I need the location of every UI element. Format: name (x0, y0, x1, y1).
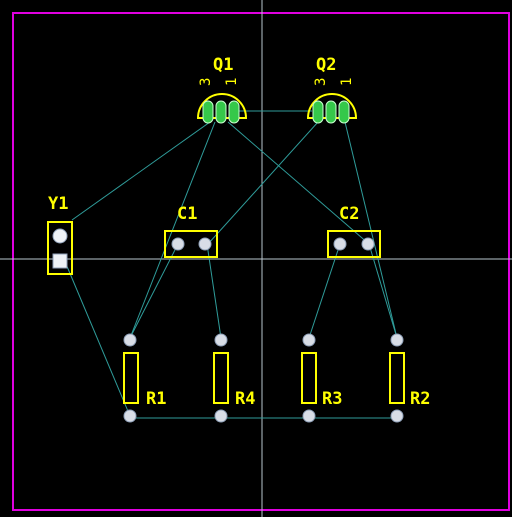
component-y1[interactable]: Y1 (47, 194, 73, 275)
r1-designator: R1 (146, 389, 166, 409)
r4-outline (213, 352, 229, 404)
r4-pad-2[interactable] (214, 409, 228, 423)
c2-pad-1[interactable] (333, 237, 347, 251)
r2-pad-1[interactable] (390, 333, 404, 347)
r1-pad-1[interactable] (123, 333, 137, 347)
ratsnest-line (207, 121, 319, 245)
q2-pin3-label: 3 (313, 78, 329, 86)
r2-designator: R2 (410, 389, 430, 409)
r2-outline (389, 352, 405, 404)
q1-designator: Q1 (213, 55, 233, 75)
c2-designator: C2 (339, 204, 359, 224)
ratsnest-line (129, 243, 179, 339)
r4-pad-1[interactable] (214, 333, 228, 347)
q1-pin3-label: 3 (198, 78, 214, 86)
y1-pad-1[interactable] (52, 228, 68, 244)
component-r3[interactable]: R3 (301, 333, 342, 423)
q2-pad-2[interactable] (325, 100, 337, 124)
pcb-canvas[interactable]: Q1 3 1 Q2 3 1 Y1 C1 C2 R1 R4 R3 R2 (0, 0, 512, 517)
ratsnest (65, 110, 398, 419)
r4-designator: R4 (235, 389, 255, 409)
c1-pad-2[interactable] (198, 237, 212, 251)
ratsnest-line (308, 243, 341, 339)
c1-pad-1[interactable] (171, 237, 185, 251)
r2-pad-2[interactable] (390, 409, 404, 423)
q1-pad-2[interactable] (215, 100, 227, 124)
component-c1[interactable]: C1 (164, 204, 218, 258)
r3-outline (301, 352, 317, 404)
board-outline (12, 12, 510, 511)
r1-outline (123, 352, 139, 404)
r3-designator: R3 (322, 389, 342, 409)
r3-pad-1[interactable] (302, 333, 316, 347)
component-r2[interactable]: R2 (389, 333, 430, 423)
ratsnest-line (227, 121, 370, 245)
r1-pad-2[interactable] (123, 409, 137, 423)
y1-pad-2[interactable] (52, 253, 68, 269)
y1-designator: Y1 (48, 194, 68, 214)
component-c2[interactable]: C2 (327, 204, 381, 258)
c2-pad-2[interactable] (361, 237, 375, 251)
ratsnest-line (65, 263, 131, 417)
q1-pad-3[interactable] (202, 100, 214, 124)
q1-pad-1[interactable] (228, 100, 240, 124)
r3-pad-2[interactable] (302, 409, 316, 423)
component-q1[interactable]: Q1 3 1 (196, 55, 248, 124)
q2-pad-3[interactable] (312, 100, 324, 124)
component-q2[interactable]: Q2 3 1 (306, 55, 358, 124)
ratsnest-line (206, 243, 222, 339)
q2-designator: Q2 (316, 55, 336, 75)
component-r4[interactable]: R4 (213, 333, 255, 423)
q2-pad-1[interactable] (338, 100, 350, 124)
q1-pin1-label: 1 (224, 78, 240, 86)
q2-pin1-label: 1 (339, 78, 355, 86)
component-r1[interactable]: R1 (123, 333, 166, 423)
ratsnest-line (368, 243, 398, 339)
c1-designator: C1 (177, 204, 197, 224)
